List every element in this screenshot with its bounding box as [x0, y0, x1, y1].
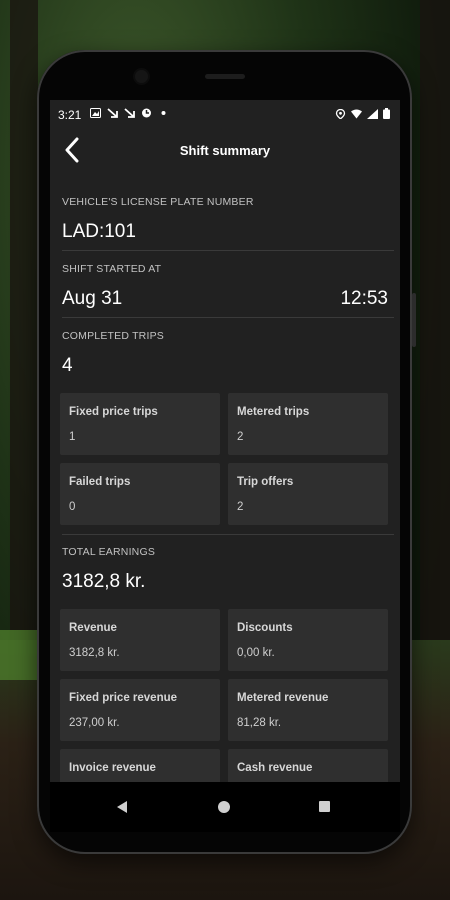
stat-card: Metered revenue 81,28 kr. — [228, 679, 388, 741]
toolbar: Shift summary — [50, 128, 400, 178]
phone-frame: 3:21 Shift summary VEHICLE'S LICENSE PLA… — [37, 50, 416, 854]
earnings-label: TOTAL EARNINGS — [62, 546, 156, 558]
stat-card: Invoice revenue — [60, 749, 220, 782]
status-bar: 3:21 — [50, 100, 400, 128]
signal-icon — [367, 108, 378, 119]
stat-card-title: Revenue — [69, 622, 117, 634]
stat-card-title: Cash revenue — [237, 762, 313, 774]
stat-card-title: Fixed price trips — [69, 406, 158, 418]
system-nav-bar — [50, 782, 400, 832]
stat-card: Trip offers 2 — [228, 463, 388, 525]
trips-section: COMPLETED TRIPS 4 — [62, 330, 388, 377]
stat-card-title: Discounts — [237, 622, 293, 634]
nav-recents-icon[interactable] — [319, 801, 330, 812]
nav-home-icon[interactable] — [218, 801, 230, 813]
trips-count: 4 — [62, 355, 73, 376]
stat-card-title: Invoice revenue — [69, 762, 156, 774]
stat-card-title: Failed trips — [69, 476, 131, 488]
location-icon — [335, 108, 346, 119]
app-screen: 3:21 Shift summary VEHICLE'S LICENSE PLA… — [50, 100, 400, 782]
shift-label: SHIFT STARTED AT — [62, 263, 162, 275]
stat-card: Revenue 3182,8 kr. — [60, 609, 220, 671]
stat-card-title: Metered revenue — [237, 692, 329, 704]
trips-label: COMPLETED TRIPS — [62, 330, 164, 342]
earnings-total: 3182,8 kr. — [62, 571, 146, 592]
wifi-icon — [351, 109, 362, 118]
image-icon — [90, 108, 101, 118]
stat-card-value: 1 — [69, 431, 76, 443]
arrow-icon — [107, 108, 118, 118]
arrow-icon — [124, 108, 135, 118]
dot-icon — [161, 111, 166, 115]
stat-card: Discounts 0,00 kr. — [228, 609, 388, 671]
nav-back-icon[interactable] — [117, 801, 127, 813]
battery-icon — [383, 108, 390, 119]
stat-card-value: 0,00 kr. — [237, 647, 275, 659]
stat-card-value: 0 — [69, 501, 76, 513]
shift-time: 12:53 — [340, 288, 388, 309]
stat-card-value: 3182,8 kr. — [69, 647, 120, 659]
front-camera — [135, 70, 148, 83]
stat-card-value: 237,00 kr. — [69, 717, 120, 729]
vehicle-plate-value: LAD:101 — [62, 221, 136, 242]
stat-card-title: Fixed price revenue — [69, 692, 178, 704]
divider — [62, 250, 394, 251]
stat-card-value: 2 — [237, 431, 244, 443]
app-icon — [142, 108, 151, 118]
stat-card-value: 81,28 kr. — [237, 717, 282, 729]
earnings-section: TOTAL EARNINGS 3182,8 kr. — [62, 546, 388, 593]
stat-card: Fixed price trips 1 — [60, 393, 220, 455]
stat-card-title: Metered trips — [237, 406, 310, 418]
system-icons — [335, 108, 390, 119]
divider — [62, 534, 394, 535]
stat-card: Fixed price revenue 237,00 kr. — [60, 679, 220, 741]
phone-side-button — [412, 293, 416, 347]
stat-card: Cash revenue — [228, 749, 388, 782]
vehicle-label: VEHICLE'S LICENSE PLATE NUMBER — [62, 196, 254, 208]
stat-card-value: 2 — [237, 501, 244, 513]
shift-section: SHIFT STARTED AT Aug 31 12:53 — [62, 263, 388, 310]
shift-date: Aug 31 — [62, 288, 123, 309]
page-title: Shift summary — [179, 143, 271, 158]
divider — [62, 317, 394, 318]
stat-card-title: Trip offers — [237, 476, 294, 488]
vehicle-section: VEHICLE'S LICENSE PLATE NUMBER LAD:101 — [62, 196, 388, 243]
earpiece-speaker — [205, 74, 245, 79]
stat-card: Metered trips 2 — [228, 393, 388, 455]
shift-values: Aug 31 12:53 — [62, 288, 388, 310]
stat-card: Failed trips 0 — [60, 463, 220, 525]
notification-icons — [90, 108, 169, 118]
status-time: 3:21 — [58, 108, 82, 122]
